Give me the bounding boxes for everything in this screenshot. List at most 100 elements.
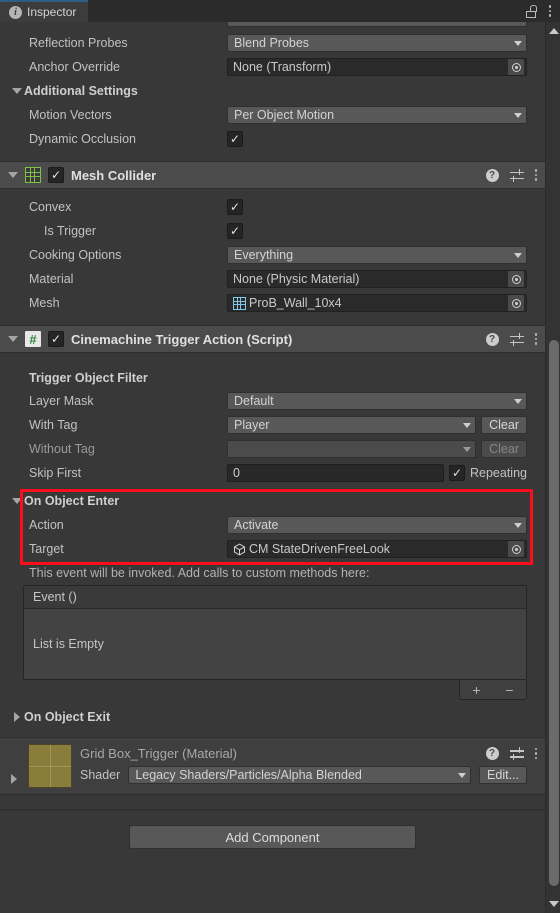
clipped-row-top xyxy=(0,22,545,31)
event-list-buttons: + − xyxy=(459,680,527,700)
foldout-on-object-exit[interactable]: On Object Exit xyxy=(0,705,545,729)
label-motion-vectors: Motion Vectors xyxy=(29,108,112,122)
event-list-box: Event () List is Empty xyxy=(23,585,527,680)
dropdown-cooking-options[interactable]: Everything xyxy=(227,246,527,264)
object-picker-icon[interactable] xyxy=(508,541,524,557)
dropdown-with-tag[interactable]: Player xyxy=(227,416,477,434)
tab-bar-actions xyxy=(525,0,560,22)
row-enter-action: Action Activate xyxy=(0,513,545,537)
objectfield-physic-material[interactable]: None (Physic Material) xyxy=(227,270,527,288)
header-trigger-object-filter: Trigger Object Filter xyxy=(0,367,545,389)
chevron-down-icon xyxy=(12,498,22,504)
row-motion-vectors: Motion Vectors Per Object Motion xyxy=(0,103,545,127)
help-icon[interactable]: ? xyxy=(485,168,499,182)
chevron-down-icon xyxy=(463,446,472,452)
scrollbar-thumb[interactable] xyxy=(549,340,559,886)
edit-shader-button[interactable]: Edit... xyxy=(479,766,527,784)
dropdown-without-tag[interactable] xyxy=(227,440,477,458)
component-title-cinemachine-trigger-action: Cinemachine Trigger Action (Script) xyxy=(71,331,293,347)
label-mesh: Mesh xyxy=(29,296,60,310)
input-skip-first-value: 0 xyxy=(233,466,240,480)
checkbox-convex[interactable]: ✓ xyxy=(227,199,243,215)
label-without-tag: Without Tag xyxy=(29,442,95,456)
preset-settings-icon[interactable] xyxy=(509,168,524,182)
object-picker-icon[interactable] xyxy=(508,271,524,287)
label-layer-mask: Layer Mask xyxy=(29,394,94,408)
label-shader: Shader xyxy=(80,768,121,782)
info-icon: i xyxy=(9,5,22,19)
checkbox-dynamic-occlusion[interactable]: ✓ xyxy=(227,131,243,147)
material-inline-editor: Grid Box_Trigger (Material) ? Shader Leg… xyxy=(0,737,545,795)
component-header-cinemachine-trigger-action[interactable]: # ✓ Cinemachine Trigger Action (Script) … xyxy=(0,325,545,353)
kebab-menu-icon[interactable] xyxy=(534,169,537,181)
foldout-additional-settings[interactable]: Additional Settings xyxy=(0,79,545,103)
chevron-down-icon[interactable] xyxy=(8,172,18,178)
objectfield-anchor-override[interactable]: None (Transform) xyxy=(227,58,527,76)
dropdown-enter-action[interactable]: Activate xyxy=(227,516,527,534)
objectfield-mesh-value: ProB_Wall_10x4 xyxy=(249,296,342,310)
vertical-scrollbar[interactable] xyxy=(545,22,560,913)
row-without-tag: Without Tag Clear xyxy=(0,437,545,461)
kebab-menu-icon[interactable] xyxy=(548,5,551,17)
inspector-tab-bar: i Inspector xyxy=(0,0,560,22)
gameobject-cube-icon xyxy=(233,543,246,556)
row-mesh: Mesh ProB_Wall_10x4 xyxy=(0,291,545,315)
objectfield-enter-target[interactable]: CM StateDrivenFreeLook xyxy=(227,540,527,558)
dropdown-layer-mask[interactable]: Default xyxy=(227,392,527,410)
checkbox-cinemachine-trigger-enabled[interactable]: ✓ xyxy=(48,331,64,347)
preset-settings-icon[interactable] xyxy=(509,332,524,346)
row-dynamic-occlusion: Dynamic Occlusion ✓ xyxy=(0,127,545,151)
script-icon: # xyxy=(25,331,41,347)
group-on-object-enter: On Object Enter Action Activate Target C… xyxy=(0,489,545,565)
label-anchor-override: Anchor Override xyxy=(29,60,121,74)
lock-icon[interactable] xyxy=(525,4,538,18)
inspector-scroll-viewport: Reflection Probes Blend Probes Anchor Ov… xyxy=(0,22,560,913)
chevron-down-icon[interactable] xyxy=(8,336,18,342)
scroll-down-arrow[interactable] xyxy=(549,901,559,907)
checkbox-mesh-collider-enabled[interactable]: ✓ xyxy=(48,167,64,183)
label-repeating: Repeating xyxy=(470,466,527,480)
chevron-down-icon xyxy=(514,40,522,46)
clear-with-tag-button[interactable]: Clear xyxy=(481,416,527,434)
checkbox-repeating[interactable]: ✓ xyxy=(449,465,465,481)
input-skip-first[interactable]: 0 xyxy=(227,464,444,482)
object-picker-icon[interactable] xyxy=(508,295,524,311)
kebab-menu-icon[interactable] xyxy=(534,747,537,760)
remove-event-button[interactable]: − xyxy=(505,682,513,698)
foldout-on-object-enter[interactable]: On Object Enter xyxy=(0,489,545,513)
inspector-content: Reflection Probes Blend Probes Anchor Ov… xyxy=(0,22,545,861)
dropdown-enter-action-value: Activate xyxy=(234,518,279,532)
help-icon[interactable]: ? xyxy=(485,747,499,760)
tab-inspector[interactable]: i Inspector xyxy=(0,0,89,22)
add-component-area: Add Component xyxy=(0,810,545,861)
object-picker-icon[interactable] xyxy=(508,59,524,75)
objectfield-mesh[interactable]: ProB_Wall_10x4 xyxy=(227,294,527,312)
component-header-mesh-collider[interactable]: ✓ Mesh Collider ? xyxy=(0,161,545,189)
label-enter-action: Action xyxy=(29,518,64,532)
add-event-button[interactable]: + xyxy=(472,682,480,698)
row-reflection-probes: Reflection Probes Blend Probes xyxy=(0,31,545,55)
kebab-menu-icon[interactable] xyxy=(534,333,537,345)
checkbox-is-trigger[interactable]: ✓ xyxy=(227,223,243,239)
dropdown-cooking-options-value: Everything xyxy=(234,248,294,262)
dropdown-shader[interactable]: Legacy Shaders/Particles/Alpha Blended xyxy=(128,766,472,784)
scroll-up-arrow[interactable] xyxy=(549,28,559,34)
chevron-down-icon xyxy=(458,772,467,778)
chevron-right-icon[interactable] xyxy=(11,774,17,784)
event-list-container: Event () List is Empty xyxy=(0,585,545,680)
label-is-trigger: Is Trigger xyxy=(44,224,97,238)
dropdown-reflection-probes[interactable]: Blend Probes xyxy=(227,34,527,52)
row-material: Material None (Physic Material) xyxy=(0,267,545,291)
label-convex: Convex xyxy=(29,200,72,214)
add-component-button[interactable]: Add Component xyxy=(129,825,416,849)
label-reflection-probes: Reflection Probes xyxy=(29,36,128,50)
preset-settings-icon[interactable] xyxy=(509,747,524,760)
dropdown-motion-vectors[interactable]: Per Object Motion xyxy=(227,106,527,124)
label-enter-target: Target xyxy=(29,542,64,556)
help-icon[interactable]: ? xyxy=(485,332,499,346)
clipped-row-dropdown[interactable] xyxy=(227,22,527,27)
mesh-asset-icon xyxy=(233,296,246,310)
material-thumbnail xyxy=(28,744,72,788)
mesh-grid-icon xyxy=(25,167,41,183)
dropdown-motion-vectors-value: Per Object Motion xyxy=(234,108,335,122)
